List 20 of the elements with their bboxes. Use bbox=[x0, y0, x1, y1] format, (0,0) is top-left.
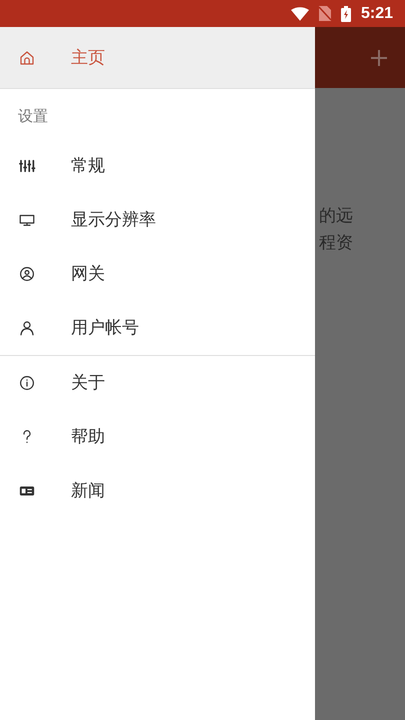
drawer-item[interactable]: 常规 bbox=[0, 138, 315, 192]
drawer-item[interactable]: 网关 bbox=[0, 246, 315, 300]
background-text: 的远 bbox=[319, 205, 354, 227]
user-icon bbox=[18, 318, 36, 336]
drawer-item[interactable]: 帮助 bbox=[0, 410, 315, 464]
drawer-item[interactable]: 新闻 bbox=[0, 464, 315, 518]
drawer-item[interactable]: 用户帐号 bbox=[0, 300, 315, 354]
home-icon bbox=[18, 48, 36, 66]
drawer-item[interactable]: 显示分辨率 bbox=[0, 192, 315, 246]
drawer-item[interactable]: 关于 bbox=[0, 356, 315, 410]
battery-charging-icon bbox=[340, 6, 351, 22]
wifi-icon bbox=[290, 6, 309, 20]
clock-time: 5:21 bbox=[360, 4, 393, 24]
no-sim-icon bbox=[318, 6, 331, 21]
gateway-icon bbox=[18, 264, 36, 282]
background-text: 程资 bbox=[319, 232, 354, 254]
drawer-item[interactable]: 主页 bbox=[0, 27, 315, 88]
info-icon bbox=[18, 374, 36, 392]
section-header: 设置 bbox=[17, 107, 49, 127]
add-icon bbox=[371, 50, 387, 66]
